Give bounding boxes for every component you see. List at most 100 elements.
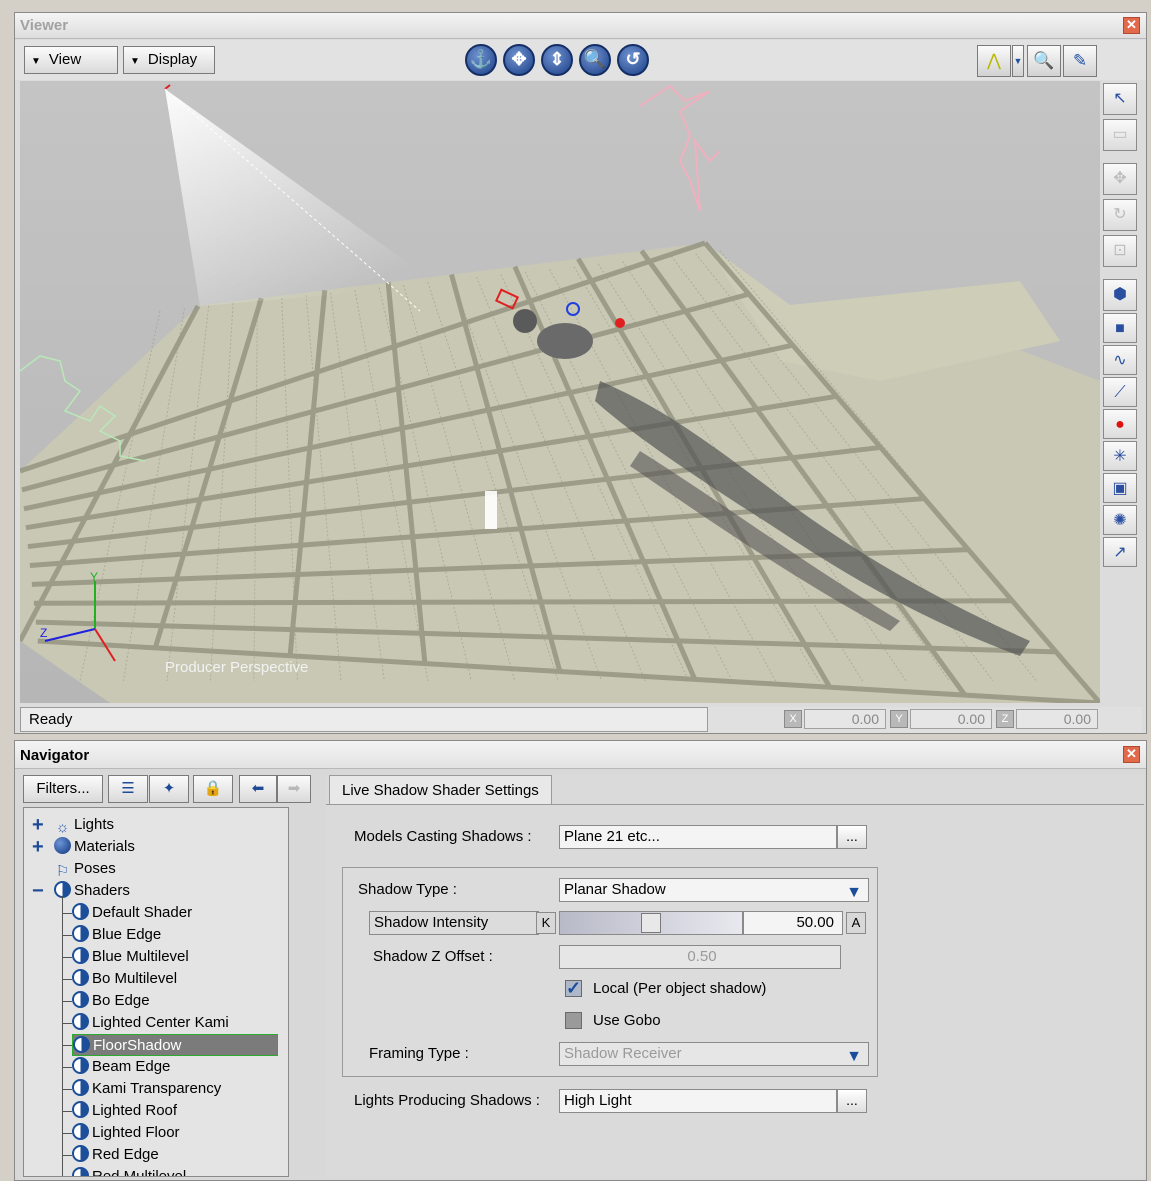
x-coord-field[interactable]: 0.00 xyxy=(804,709,886,729)
lights-producing-field[interactable]: High Light xyxy=(559,1089,837,1113)
lights-producing-label: Lights Producing Shadows : xyxy=(354,1092,540,1109)
viewer-title: Viewer xyxy=(20,17,69,34)
trackball-control[interactable]: ⚓ xyxy=(465,44,497,76)
tree-item-shader[interactable]: Bo Edge xyxy=(72,990,150,1012)
tree-item-shader[interactable]: Blue Multilevel xyxy=(72,946,189,968)
shadow-intensity-slider[interactable] xyxy=(559,911,743,935)
tree-item-shader[interactable]: Lighted Center Kami xyxy=(72,1012,229,1034)
use-gobo-checkbox[interactable] xyxy=(565,1012,582,1029)
tree-branch-line xyxy=(62,957,72,958)
prop-figure xyxy=(485,491,497,529)
shadow-options-group: Shadow Type : Planar Shadow ▼ Shadow Int… xyxy=(342,867,878,1077)
tree-item-shader[interactable]: Beam Edge xyxy=(72,1056,170,1078)
3d-viewport[interactable]: Y Z Producer Perspective xyxy=(20,81,1100,703)
tree-item-shader[interactable]: Lighted Floor xyxy=(72,1122,180,1144)
bone-button[interactable]: ⟋ xyxy=(1103,377,1137,407)
display-menu-button[interactable]: ▼ Display xyxy=(123,46,215,74)
lights-producing-browse-button[interactable]: ... xyxy=(837,1089,867,1113)
tree-branch-line xyxy=(62,1089,72,1090)
object-select-button[interactable]: ⬢ xyxy=(1103,279,1137,311)
navigator-close-button[interactable]: ✕ xyxy=(1123,746,1140,763)
tree-branch-line xyxy=(62,1045,72,1046)
chevron-down-icon: ▼ xyxy=(846,1048,862,1065)
shadow-intensity-key-button[interactable]: K xyxy=(536,912,556,934)
tree-category-poses[interactable]: ⚐ Poses xyxy=(32,858,116,880)
run-button[interactable]: ✦ xyxy=(149,775,189,803)
shadow-type-label: Shadow Type : xyxy=(358,881,457,898)
tree-item-label: Red Edge xyxy=(92,1146,159,1163)
translate-local-icon: ▭ xyxy=(1112,126,1128,143)
scene-tree: + ☼ Lights + Materials ⚐ Poses − Shaders Default … xyxy=(23,807,289,1177)
expand-icon[interactable]: + xyxy=(32,837,44,857)
shadow-intensity-value[interactable]: 50.00 xyxy=(743,911,843,935)
orbit-control[interactable]: ↺ xyxy=(617,44,649,76)
camera-button[interactable]: ▣ xyxy=(1103,473,1137,503)
tree-branch-line xyxy=(62,1133,72,1134)
shadow-type-select[interactable]: Planar Shadow ▼ xyxy=(559,878,869,902)
viewer-panel: Viewer ✕ ▼ View ▼ Display ⚓ ✥ ⇕ 🔍 ↺ ⋀ ▼ 🔍 … xyxy=(14,12,1147,734)
list-view-button[interactable]: ☰ xyxy=(108,775,148,803)
viewer-close-button[interactable]: ✕ xyxy=(1123,17,1140,34)
tree-category-materials[interactable]: + Materials xyxy=(32,836,135,858)
status-text: Ready xyxy=(20,707,708,732)
chevron-down-icon: ▼ xyxy=(846,884,862,901)
path-button[interactable]: ↗ xyxy=(1103,537,1137,567)
rotate-button[interactable]: ↻ xyxy=(1103,199,1137,231)
tree-item-shader[interactable]: Kami Transparency xyxy=(72,1078,221,1100)
record-button[interactable]: ● xyxy=(1103,409,1137,439)
pen-icon: ✎ xyxy=(1072,51,1088,70)
collapse-icon[interactable]: − xyxy=(32,881,44,901)
translate-local-button[interactable]: ▭ xyxy=(1103,119,1137,151)
move-button[interactable]: ✥ xyxy=(1103,163,1137,195)
slider-thumb[interactable] xyxy=(641,913,661,933)
tree-category-lights[interactable]: + ☼ Lights xyxy=(32,814,114,836)
local-shadow-checkbox[interactable]: ✓ xyxy=(565,979,582,997)
tree-item-shader[interactable]: Default Shader xyxy=(72,902,192,924)
null-button[interactable]: ✳ xyxy=(1103,441,1137,471)
tree-branch-line xyxy=(62,1067,72,1068)
path-icon: ↗ xyxy=(1113,544,1127,561)
filters-button[interactable]: Filters... xyxy=(23,775,103,803)
shadow-intensity-anim-button[interactable]: A xyxy=(846,912,866,934)
tree-category-shaders[interactable]: − Shaders xyxy=(32,880,130,902)
light-button[interactable]: ✺ xyxy=(1103,505,1137,535)
tree-item-shader[interactable]: FloorShadow xyxy=(72,1034,279,1056)
back-button[interactable]: ⬅ xyxy=(239,775,277,803)
models-casting-field[interactable]: Plane 21 etc... xyxy=(559,825,837,849)
tab-live-shadow-settings[interactable]: Live Shadow Shader Settings xyxy=(329,775,552,805)
curve-display-button[interactable]: ⋀ xyxy=(977,45,1011,77)
curve-display-dropdown[interactable]: ▼ xyxy=(1012,45,1024,77)
expand-icon[interactable]: + xyxy=(32,815,44,835)
curve-icon: ∿ xyxy=(1113,352,1127,369)
zoom-2d-button[interactable]: 🔍 xyxy=(1027,45,1061,77)
tree-item-shader[interactable]: Blue Edge xyxy=(72,924,161,946)
zoom-control[interactable]: 🔍 xyxy=(579,44,611,76)
y-coord-field[interactable]: 0.00 xyxy=(910,709,992,729)
lock-button[interactable]: 🔒 xyxy=(193,775,233,803)
dolly-control[interactable]: ⇕ xyxy=(541,44,573,76)
cube-icon: ■ xyxy=(1115,320,1125,337)
curve-button[interactable]: ∿ xyxy=(1103,345,1137,375)
list-icon: ☰ xyxy=(121,780,135,797)
pan-control[interactable]: ✥ xyxy=(503,44,535,76)
select-arrow-button[interactable]: ↖ xyxy=(1103,83,1137,115)
z-coord-field[interactable]: 0.00 xyxy=(1016,709,1098,729)
shadow-z-offset-label: Shadow Z Offset : xyxy=(373,948,493,965)
tree-item-shader[interactable]: Lighted Roof xyxy=(72,1100,177,1122)
edit-path-button[interactable]: ✎ xyxy=(1063,45,1097,77)
perspective-label: Producer Perspective xyxy=(165,659,309,676)
models-casting-browse-button[interactable]: ... xyxy=(837,825,867,849)
view-menu-button[interactable]: ▼ View xyxy=(24,46,118,74)
forward-button[interactable]: ➡ xyxy=(277,775,311,803)
viewer-toolbar: ▼ View ▼ Display ⚓ ✥ ⇕ 🔍 ↺ ⋀ ▼ 🔍 ✎ xyxy=(15,40,1146,80)
cube-button[interactable]: ■ xyxy=(1103,313,1137,343)
chevron-down-icon: ▼ xyxy=(31,56,41,67)
scale-button[interactable]: ⊡ xyxy=(1103,235,1137,267)
shadow-intensity-label-box: Shadow Intensity xyxy=(369,911,539,935)
tree-item-shader[interactable]: Red Multilevel xyxy=(72,1166,186,1176)
shadow-z-offset-field[interactable]: 0.50 xyxy=(559,945,841,969)
tree-item-shader[interactable]: Bo Multilevel xyxy=(72,968,177,990)
tree-item-label: Blue Multilevel xyxy=(92,948,189,965)
framing-type-select[interactable]: Shadow Receiver ▼ xyxy=(559,1042,869,1066)
tree-item-shader[interactable]: Red Edge xyxy=(72,1144,159,1166)
